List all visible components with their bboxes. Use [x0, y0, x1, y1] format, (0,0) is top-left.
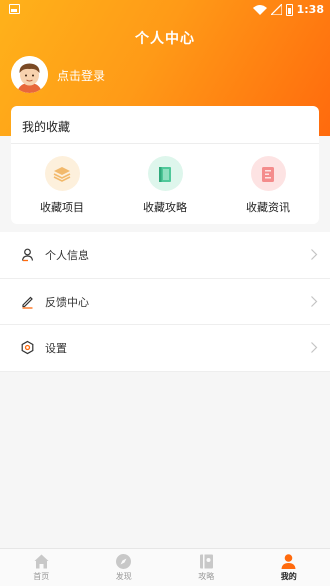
collections-title: 我的收藏 — [22, 120, 71, 134]
document-icon — [250, 156, 286, 191]
tab-label: 发现 — [115, 572, 132, 581]
avatar-icon — [11, 56, 48, 93]
profile-icon — [281, 554, 296, 569]
menu-item-personal-info[interactable]: 个人信息 — [0, 232, 330, 279]
edit-icon — [22, 296, 33, 309]
avatar[interactable] — [11, 56, 48, 93]
tab-mine[interactable]: 我的 — [248, 549, 330, 586]
battery-icon — [285, 3, 293, 16]
collect-news-button[interactable]: 收藏资讯 — [228, 156, 308, 215]
layers-icon — [44, 156, 80, 191]
gallery-notification-icon — [9, 4, 20, 14]
collect-projects-label: 收藏项目 — [40, 201, 84, 214]
tab-label: 攻略 — [198, 572, 215, 581]
menu-item-label: 设置 — [45, 342, 67, 355]
status-bar: 1:38 — [0, 0, 330, 20]
user-icon — [21, 248, 34, 262]
menu-item-settings[interactable]: 设置 — [0, 325, 330, 372]
login-link[interactable]: 点击登录 — [57, 67, 105, 84]
collect-news-label: 收藏资讯 — [246, 201, 290, 214]
chevron-right-icon — [311, 249, 318, 260]
status-time: 1:38 — [296, 3, 324, 16]
tab-label: 首页 — [33, 572, 50, 581]
collections-card: 我的收藏 收藏项目 收藏攻略 收藏资讯 — [11, 106, 319, 224]
menu-item-feedback[interactable]: 反馈中心 — [0, 279, 330, 325]
book-icon — [147, 156, 183, 191]
divider — [11, 143, 319, 144]
tab-home[interactable]: 首页 — [0, 549, 83, 586]
menu-item-label: 个人信息 — [45, 249, 89, 262]
signal-icon — [270, 4, 282, 15]
page-title: 个人中心 — [135, 31, 195, 47]
collect-guides-label: 收藏攻略 — [143, 201, 187, 214]
collect-guides-button[interactable]: 收藏攻略 — [125, 156, 205, 215]
tab-guides[interactable]: 攻略 — [165, 549, 248, 586]
chevron-right-icon — [311, 342, 318, 353]
settings-icon — [21, 340, 34, 355]
collect-projects-button[interactable]: 收藏项目 — [22, 156, 102, 215]
bottom-tab-bar: 首页 发现 攻略 我的 — [0, 548, 330, 586]
wifi-icon — [252, 4, 267, 15]
compass-icon — [116, 554, 132, 569]
home-icon — [34, 554, 49, 569]
tab-discover[interactable]: 发现 — [83, 549, 166, 586]
settings-list: 个人信息 反馈中心 设置 — [0, 232, 330, 372]
guide-icon — [199, 554, 213, 569]
tab-label: 我的 — [280, 572, 297, 581]
menu-item-label: 反馈中心 — [45, 295, 89, 309]
chevron-right-icon — [311, 295, 318, 307]
